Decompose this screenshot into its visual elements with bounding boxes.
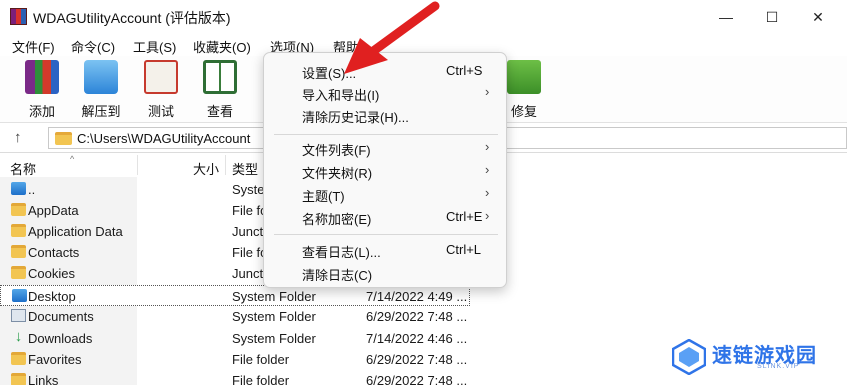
- test-button[interactable]: 测试: [134, 60, 188, 120]
- menu-item-clear-history[interactable]: 清除历史记录(H)...: [264, 104, 508, 126]
- folder-icon: [11, 373, 26, 385]
- minimize-button[interactable]: —: [703, 0, 749, 34]
- column-header-name[interactable]: 名称: [10, 159, 36, 178]
- file-type: File folder: [232, 373, 290, 385]
- repair-box-icon: [507, 60, 541, 94]
- annotation-arrow-icon: [344, 1, 440, 74]
- menu-item-import-export[interactable]: 导入和导出(I) ›: [264, 82, 508, 104]
- menu-file[interactable]: 文件(F): [12, 37, 55, 56]
- chevron-right-icon: ›: [485, 162, 490, 177]
- test-clipboard-icon: [144, 60, 178, 94]
- view-button-label: 查看: [206, 104, 233, 119]
- menu-item-shortcut: Ctrl+E: [446, 209, 483, 224]
- menu-item-folder-tree[interactable]: 文件夹树(R) ›: [264, 160, 508, 182]
- chevron-right-icon: ›: [485, 208, 490, 223]
- menu-favorites[interactable]: 收藏夹(O): [193, 37, 251, 56]
- file-name: Links: [28, 373, 59, 385]
- file-modified: 7/14/2022 4:46 ...: [366, 331, 468, 346]
- extract-to-button-label: 解压到: [81, 104, 121, 119]
- file-type: Juncti: [232, 224, 266, 239]
- menu-item-view-log[interactable]: 查看日志(L)... Ctrl+L: [264, 239, 508, 261]
- add-button[interactable]: 添加: [15, 60, 69, 120]
- column-header-size[interactable]: 大小: [193, 159, 219, 178]
- window-title: WDAGUtilityAccount (评估版本): [33, 10, 231, 26]
- menu-item-label: 导入和导出(I): [302, 88, 380, 103]
- menu-item-file-list[interactable]: 文件列表(F) ›: [264, 137, 508, 159]
- file-modified: 6/29/2022 7:48 ...: [366, 352, 468, 367]
- menu-item-shortcut: Ctrl+L: [446, 242, 482, 257]
- chevron-right-icon: ›: [485, 84, 490, 99]
- menu-item-themes[interactable]: 主题(T) ›: [264, 183, 508, 205]
- file-name: ..: [28, 182, 36, 197]
- maximize-button[interactable]: ☐: [749, 0, 795, 34]
- file-name: Favorites: [28, 352, 82, 367]
- menu-separator: [274, 134, 498, 135]
- folder-icon: [11, 245, 26, 258]
- file-modified: 6/29/2022 7:48 ...: [366, 373, 468, 385]
- menu-item-clear-log[interactable]: 清除日志(C): [264, 262, 508, 284]
- close-button[interactable]: ✕: [795, 0, 841, 34]
- file-name: Application Data: [28, 224, 123, 239]
- menu-item-label: 查看日志(L)...: [302, 245, 381, 260]
- menu-item-label: 文件夹树(R): [302, 166, 373, 181]
- file-name: Documents: [28, 309, 94, 324]
- downloads-folder-icon: ↓: [14, 328, 23, 345]
- menu-item-label: 文件列表(F): [302, 143, 371, 158]
- menu-separator: [274, 234, 498, 235]
- watermark-subtext: SLINK.VIP: [757, 363, 800, 370]
- file-type: File folder: [232, 352, 290, 367]
- column-header-name-label: 名称: [10, 162, 37, 177]
- list-item-selected[interactable]: Desktop System Folder 7/14/2022 4:49 ...: [0, 285, 470, 306]
- menu-item-label: 主题(T): [302, 189, 345, 204]
- file-name: Contacts: [28, 245, 80, 260]
- watermark: 速链游戏园 SLINK.VIP: [662, 335, 842, 381]
- winrar-app-icon: [10, 8, 27, 25]
- file-type: Syste: [232, 182, 265, 197]
- sort-caret-icon: ^: [70, 154, 75, 164]
- menu-item-shortcut: Ctrl+S: [446, 63, 483, 78]
- desktop-folder-icon: [12, 289, 27, 302]
- menu-tools[interactable]: 工具(S): [133, 37, 176, 56]
- file-modified: 7/14/2022 4:49 ...: [366, 289, 468, 304]
- menu-item-name-encryption[interactable]: 名称加密(E) Ctrl+E ›: [264, 206, 508, 228]
- menu-item-label: 清除历史记录(H)...: [302, 110, 409, 125]
- path-text: C:\Users\WDAGUtilityAccount: [77, 131, 251, 146]
- column-divider[interactable]: [137, 155, 138, 175]
- folder-icon: [11, 352, 26, 365]
- test-button-label: 测试: [147, 104, 174, 119]
- chevron-right-icon: ›: [485, 139, 490, 154]
- file-name: Cookies: [28, 266, 75, 281]
- file-type: Juncti: [232, 266, 266, 281]
- extract-to-button[interactable]: 解压到: [74, 60, 128, 120]
- file-modified: 6/29/2022 7:48 ...: [366, 309, 468, 324]
- file-name: Downloads: [28, 331, 93, 346]
- watermark-logo-icon: [672, 339, 706, 375]
- folder-icon: [11, 224, 26, 237]
- column-header-type[interactable]: 类型: [232, 159, 258, 178]
- extract-folder-icon: [84, 60, 118, 94]
- parent-folder-icon: [11, 182, 26, 195]
- folder-icon: [11, 266, 26, 279]
- documents-folder-icon: [11, 309, 26, 322]
- list-item[interactable]: Documents System Folder 6/29/2022 7:48 .…: [0, 306, 847, 327]
- file-name: AppData: [28, 203, 79, 218]
- archive-books-icon: [25, 60, 59, 94]
- file-type: System Folder: [232, 289, 316, 304]
- add-button-label: 添加: [28, 104, 55, 119]
- file-type: System Folder: [232, 331, 316, 346]
- menu-item-label: 名称加密(E): [302, 212, 372, 227]
- chevron-right-icon: ›: [485, 185, 490, 200]
- folder-icon: [11, 203, 26, 216]
- file-name: Desktop: [28, 289, 76, 304]
- options-context-menu: 设置(S)... Ctrl+S 导入和导出(I) › 清除历史记录(H)... …: [263, 52, 507, 288]
- column-divider[interactable]: [225, 155, 226, 175]
- menu-commands[interactable]: 命令(C): [71, 37, 115, 56]
- file-type: System Folder: [232, 309, 316, 324]
- view-book-icon: [203, 60, 237, 94]
- menu-item-label: 清除日志(C): [302, 268, 373, 283]
- view-button[interactable]: 查看: [193, 60, 247, 120]
- up-arrow-icon[interactable]: ↑: [14, 129, 22, 146]
- folder-icon: [55, 132, 72, 145]
